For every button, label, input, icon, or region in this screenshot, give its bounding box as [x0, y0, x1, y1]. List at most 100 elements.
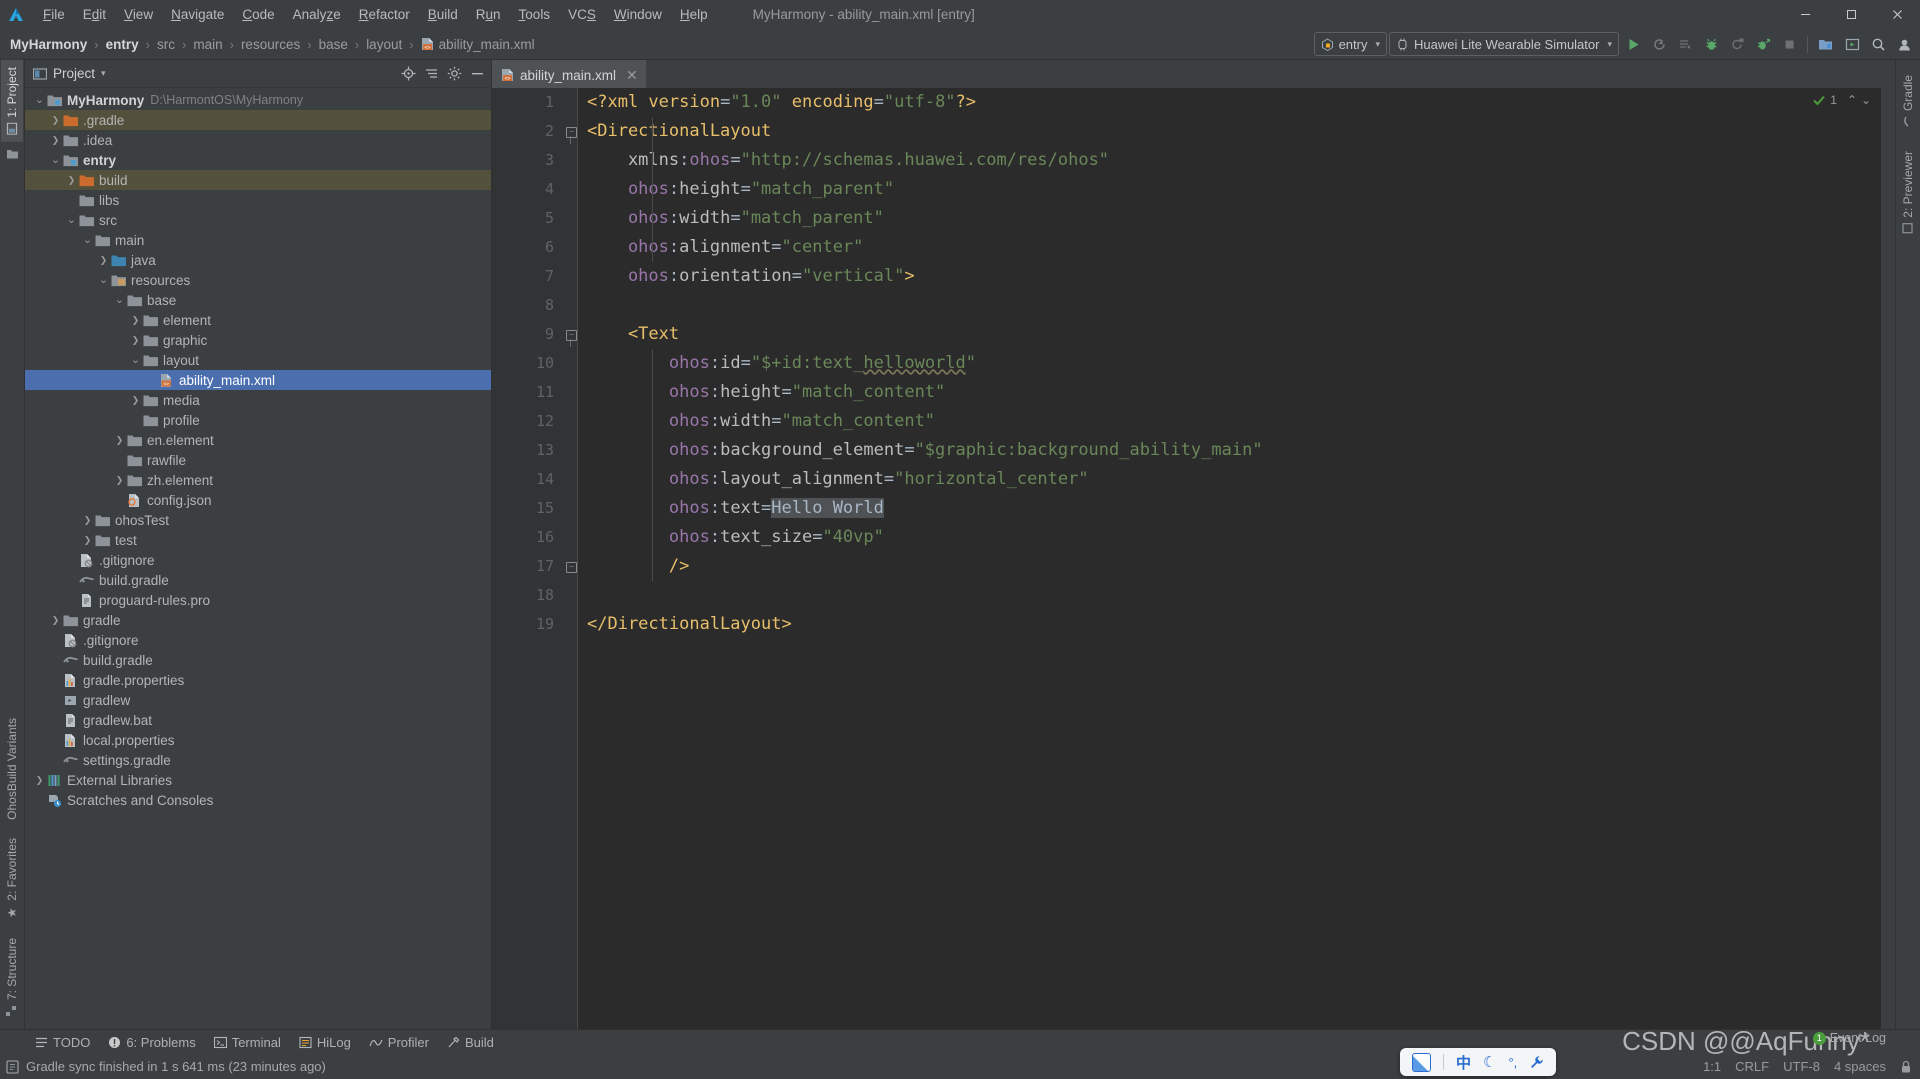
tree-node-scratches-and-consoles[interactable]: Scratches and Consoles: [25, 790, 491, 810]
tree-node-rawfile[interactable]: rawfile: [25, 450, 491, 470]
device-manager-icon[interactable]: [1840, 32, 1864, 56]
tree-node--gradle[interactable]: ❯ .gradle: [25, 110, 491, 130]
tree-node-base[interactable]: ⌄ base: [25, 290, 491, 310]
breadcrumb-base[interactable]: base: [317, 37, 350, 52]
tree-node-entry[interactable]: ⌄ entry: [25, 150, 491, 170]
tree-node--idea[interactable]: ❯ .idea: [25, 130, 491, 150]
tree-node-myharmony[interactable]: ⌄ MyHarmony D:\HarmontOS\MyHarmony: [25, 90, 491, 110]
chevron-right-icon[interactable]: ❯: [113, 474, 126, 487]
tree-node-gradlew-bat[interactable]: gradlew.bat: [25, 710, 491, 730]
chevron-down-icon[interactable]: ⌄: [33, 94, 46, 107]
menu-code[interactable]: Code: [233, 4, 283, 25]
tree-node-en-element[interactable]: ❯ en.element: [25, 430, 491, 450]
sidebar-item-favorites[interactable]: ★ 2: Favorites: [1, 831, 23, 927]
tab-ability-main-xml[interactable]: <> ability_main.xml ✕: [492, 60, 646, 88]
chevron-right-icon[interactable]: ❯: [113, 434, 126, 447]
chevron-down-icon[interactable]: ⌄: [49, 154, 62, 167]
breadcrumb-resources[interactable]: resources: [239, 37, 302, 52]
tree-node-ability-main-xml[interactable]: <> ability_main.xml: [25, 370, 491, 390]
chevron-right-icon[interactable]: ❯: [49, 114, 62, 127]
tool-window-problems[interactable]: 6: Problems: [99, 1033, 204, 1052]
search-everywhere-icon[interactable]: [1866, 32, 1890, 56]
tree-node-ohostest[interactable]: ❯ ohosTest: [25, 510, 491, 530]
breadcrumb-entry[interactable]: entry: [104, 37, 141, 52]
run-icon[interactable]: [1621, 32, 1645, 56]
fold-marker[interactable]: −: [566, 127, 577, 138]
code-folding-strip[interactable]: − − −: [564, 88, 578, 1029]
fold-marker[interactable]: −: [566, 330, 577, 341]
profile-icon[interactable]: [1751, 32, 1775, 56]
attach-debugger-icon[interactable]: [1725, 32, 1749, 56]
ime-toolbar[interactable]: 中 ☾ °,: [1400, 1048, 1557, 1076]
inspection-widget[interactable]: 1 ⌃ ⌄: [1812, 93, 1871, 107]
chevron-down-icon[interactable]: ⌄: [1861, 93, 1871, 107]
menu-refactor[interactable]: Refactor: [350, 4, 419, 25]
minimize-button[interactable]: [1782, 0, 1828, 29]
close-icon[interactable]: ✕: [622, 67, 638, 84]
tree-node-src[interactable]: ⌄ src: [25, 210, 491, 230]
code-editor[interactable]: 1 2 3 4 5 6 7 8 9 10 11 12 13 14 15 16 17 18 19 − − − <?xml …: [492, 88, 1895, 1029]
close-button[interactable]: [1874, 0, 1920, 29]
tree-node-profile[interactable]: profile: [25, 410, 491, 430]
tool-window-todo[interactable]: TODO: [26, 1033, 99, 1052]
menu-analyze[interactable]: Analyze: [284, 4, 350, 25]
menu-vcs[interactable]: VCS: [559, 4, 605, 25]
tree-node-build-gradle[interactable]: build.gradle: [25, 650, 491, 670]
chevron-right-icon[interactable]: ❯: [97, 254, 110, 267]
rerun-icon[interactable]: [1647, 32, 1671, 56]
ime-language-toggle[interactable]: 中: [1456, 1052, 1471, 1073]
tree-node-media[interactable]: ❯ media: [25, 390, 491, 410]
sidebar-item-project[interactable]: 1: Project: [1, 60, 23, 142]
hide-icon[interactable]: [467, 64, 487, 84]
project-panel-title[interactable]: Project ▾: [33, 66, 106, 81]
tree-node-main[interactable]: ⌄ main: [25, 230, 491, 250]
breadcrumb-layout[interactable]: layout: [364, 37, 404, 52]
tool-window-hilog[interactable]: HiLog: [290, 1033, 360, 1052]
project-tree[interactable]: ⌄ MyHarmony D:\HarmontOS\MyHarmony ❯ .gradle…: [25, 88, 491, 1029]
menu-navigate[interactable]: Navigate: [162, 4, 233, 25]
tree-node-test[interactable]: ❯ test: [25, 530, 491, 550]
tree-node-element[interactable]: ❯ element: [25, 310, 491, 330]
account-icon[interactable]: [1892, 32, 1916, 56]
menu-tools[interactable]: Tools: [510, 4, 560, 25]
tree-node-local-properties[interactable]: local.properties: [25, 730, 491, 750]
menu-file[interactable]: File: [34, 4, 74, 25]
device-selector[interactable]: Huawei Lite Wearable Simulator ▾: [1389, 32, 1619, 56]
chevron-right-icon[interactable]: ❯: [49, 134, 62, 147]
chevron-right-icon[interactable]: ❯: [33, 774, 46, 787]
chevron-down-icon[interactable]: ⌄: [97, 274, 110, 287]
chevron-right-icon[interactable]: ❯: [129, 394, 142, 407]
tree-node-proguard-rules-pro[interactable]: proguard-rules.pro: [25, 590, 491, 610]
menu-view[interactable]: View: [115, 4, 162, 25]
chevron-right-icon[interactable]: ❯: [81, 534, 94, 547]
tool-window-profiler[interactable]: Profiler: [360, 1033, 438, 1052]
tree-node-gradle-properties[interactable]: gradle.properties: [25, 670, 491, 690]
code-content[interactable]: <?xml version="1.0" encoding="utf-8"?> <D…: [578, 88, 1895, 1029]
event-log-indicator[interactable]: 1 Event Log: [1812, 1031, 1886, 1045]
project-structure-icon[interactable]: [1814, 32, 1838, 56]
tree-node-config-json[interactable]: config.json: [25, 490, 491, 510]
sidebar-item-gradle[interactable]: Gradle: [1897, 68, 1919, 134]
run-configuration-selector[interactable]: entry ▾: [1313, 32, 1387, 56]
lock-icon[interactable]: [1900, 1060, 1912, 1074]
debug-icon[interactable]: [1699, 32, 1723, 56]
breadcrumb-myharmony[interactable]: MyHarmony: [8, 37, 89, 52]
fold-marker[interactable]: −: [566, 562, 577, 573]
chevron-right-icon[interactable]: ❯: [65, 174, 78, 187]
tree-node-libs[interactable]: libs: [25, 190, 491, 210]
tree-node--gitignore[interactable]: .gitignore: [25, 630, 491, 650]
chevron-down-icon[interactable]: ⌄: [65, 214, 78, 227]
menu-help[interactable]: Help: [671, 4, 717, 25]
file-encoding[interactable]: UTF-8: [1783, 1059, 1820, 1074]
line-separator[interactable]: CRLF: [1735, 1059, 1769, 1074]
comma-icon[interactable]: °,: [1508, 1055, 1517, 1070]
menu-window[interactable]: Window: [605, 4, 671, 25]
tree-node-java[interactable]: ❯ java: [25, 250, 491, 270]
tree-node-settings-gradle[interactable]: settings.gradle: [25, 750, 491, 770]
chevron-up-icon[interactable]: ⌃: [1841, 93, 1857, 107]
menu-run[interactable]: Run: [467, 4, 510, 25]
chevron-right-icon[interactable]: ❯: [129, 314, 142, 327]
tree-node-gradle[interactable]: ❯ gradle: [25, 610, 491, 630]
tree-node-zh-element[interactable]: ❯ zh.element: [25, 470, 491, 490]
status-message[interactable]: Gradle sync finished in 1 s 641 ms (23 m…: [6, 1059, 326, 1074]
